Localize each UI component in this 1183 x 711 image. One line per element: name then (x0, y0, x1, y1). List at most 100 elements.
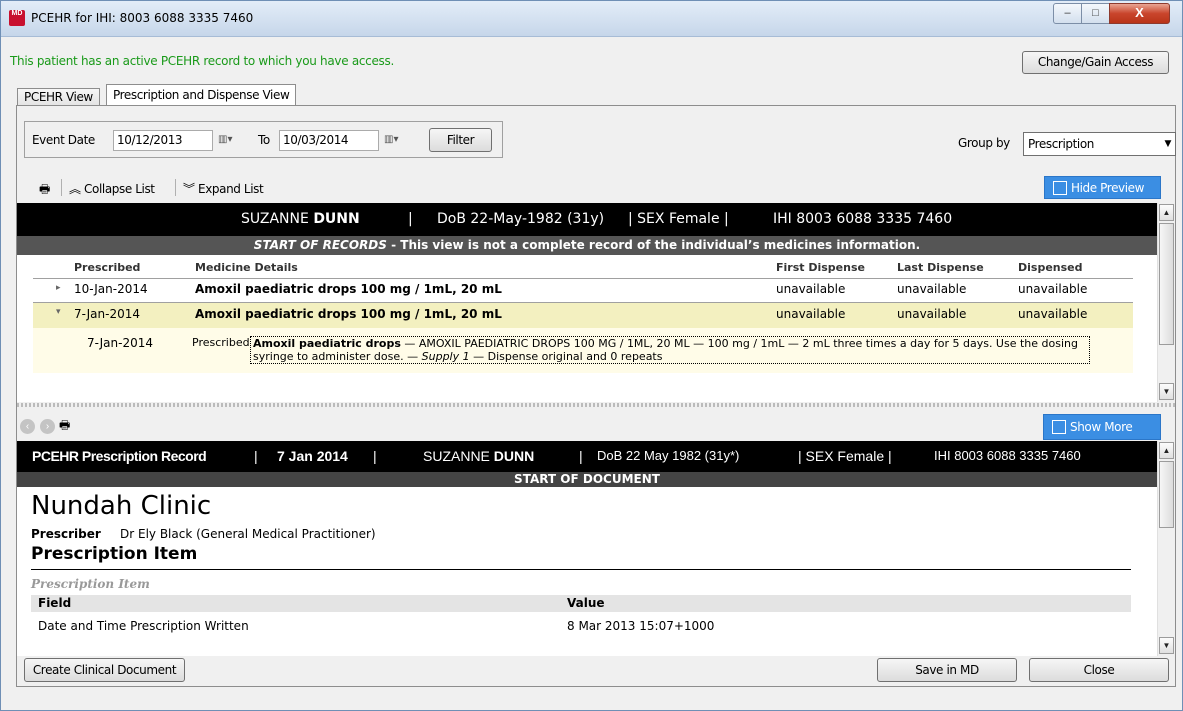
row-medicine: Amoxil paediatric drops 100 mg / 1mL, 20… (195, 307, 502, 321)
pcehr-window: MD PCEHR for IHI: 8003 6088 3335 7460 – … (0, 0, 1183, 711)
preview-toolbar: ‹ › 🖶 Show More (17, 409, 1175, 441)
patient-header: SUZANNE DUNN | DoB 22-May-1982 (31y) | S… (17, 203, 1157, 236)
to-date-input[interactable]: 10/03/2014 (279, 130, 379, 151)
event-date-label: Event Date (32, 133, 95, 147)
back-icon[interactable]: ‹ (20, 419, 35, 434)
document-preview[interactable]: PCEHR Prescription Record | 7 Jan 2014 |… (17, 441, 1157, 656)
patient-ihi: IHI 8003 6088 3335 7460 (773, 211, 953, 227)
doc-header-sep: | (373, 448, 377, 464)
tab-pcehr-view[interactable]: PCEHR View (17, 88, 100, 106)
date-filter-group: Event Date 10/12/2013 ▥▾ To 10/03/2014 ▥… (24, 121, 503, 158)
row-dispensed: unavailable (1018, 282, 1088, 296)
prescription-list-view[interactable]: SUZANNE DUNN | DoB 22-May-1982 (31y) | S… (17, 203, 1157, 402)
print-icon[interactable]: 🖶 (39, 180, 50, 201)
row-dispensed: unavailable (1018, 307, 1088, 321)
doc-patient-ihi: IHI 8003 6088 3335 7460 (934, 448, 1081, 463)
from-date-input[interactable]: 10/12/2013 (113, 130, 213, 151)
close-button[interactable]: Close (1029, 658, 1169, 682)
patient-sex: | SEX Female | (628, 211, 729, 227)
create-clinical-document-button[interactable]: Create Clinical Document (24, 658, 185, 682)
scroll-down-icon[interactable]: ▼ (1159, 637, 1174, 654)
document-scrollbar[interactable]: ▲ ▼ (1157, 441, 1174, 656)
change-access-button[interactable]: Change/Gain Access (1022, 51, 1169, 74)
row-first-dispense: unavailable (776, 307, 846, 321)
app-icon: MD (9, 10, 25, 26)
group-by-select[interactable]: Prescription ▼ (1023, 132, 1176, 156)
value-cell: 8 Mar 2013 15:07+1000 (567, 619, 715, 633)
prescriber-label: Prescriber (31, 527, 101, 541)
header-sep: | (408, 211, 413, 227)
detail-status: Prescribed (192, 336, 250, 349)
col-medicine-details[interactable]: Medicine Details (195, 261, 298, 274)
scroll-thumb[interactable] (1159, 461, 1174, 528)
chevron-down-icon: ▼ (1164, 139, 1171, 149)
collapse-row-icon[interactable]: ▾ (56, 307, 61, 317)
list-toolbar: 🖶 ︽ Collapse List ︾ Expand List Hide Pre… (17, 175, 1175, 201)
tab-prescription-dispense-view[interactable]: Prescription and Dispense View (106, 84, 297, 107)
document-header: PCEHR Prescription Record | 7 Jan 2014 |… (17, 441, 1157, 472)
col-prescribed[interactable]: Prescribed (74, 261, 140, 274)
preview-icon (1053, 181, 1067, 195)
row-last-dispense: unavailable (897, 307, 967, 321)
to-label: To (258, 133, 270, 147)
col-first-dispense[interactable]: First Dispense (776, 261, 865, 274)
list-scrollbar[interactable]: ▲ ▼ (1157, 203, 1174, 402)
col-field: Field (38, 596, 72, 610)
access-message: This patient has an active PCEHR record … (10, 54, 394, 68)
print-icon[interactable]: 🖶 (59, 416, 70, 437)
clinic-name: Nundah Clinic (31, 491, 212, 521)
prescriber-value: Dr Ely Black (General Medical Practition… (120, 527, 376, 541)
row-first-dispense: unavailable (776, 282, 846, 296)
expand-row-icon[interactable]: ▸ (56, 283, 61, 293)
scroll-down-icon[interactable]: ▼ (1159, 383, 1174, 400)
section-title: Prescription Item (31, 544, 198, 564)
minimize-button[interactable]: – (1053, 3, 1082, 24)
patient-name: SUZANNE DUNN (241, 211, 360, 227)
detail-description[interactable]: Amoxil paediatric drops — AMOXIL PAEDIAT… (250, 336, 1090, 364)
close-window-button[interactable]: X (1109, 3, 1170, 24)
hide-preview-button[interactable]: Hide Preview (1044, 176, 1161, 199)
row-date: 10-Jan-2014 (74, 282, 148, 296)
doc-header-date: 7 Jan 2014 (277, 448, 348, 464)
patient-dob: DoB 22-May-1982 (31y) (437, 211, 605, 227)
start-document-banner: START OF DOCUMENT (17, 472, 1157, 487)
maximize-button[interactable]: □ (1081, 3, 1110, 24)
expand-icon: ︾ (183, 182, 195, 196)
col-dispensed[interactable]: Dispensed (1018, 261, 1083, 274)
scroll-thumb[interactable] (1159, 223, 1174, 345)
start-records-banner: START OF RECORDS - This view is not a co… (17, 236, 1157, 255)
collapse-icon: ︽ (69, 182, 81, 196)
row-last-dispense: unavailable (897, 282, 967, 296)
table-header: Field Value (31, 595, 1131, 612)
row-date: 7-Jan-2014 (74, 307, 140, 321)
group-by-value: Prescription (1028, 137, 1094, 151)
calendar-icon[interactable]: ▥▾ (218, 134, 236, 147)
splitter[interactable] (17, 403, 1175, 407)
forward-icon[interactable]: › (40, 419, 55, 434)
scroll-up-icon[interactable]: ▲ (1159, 442, 1174, 459)
scroll-up-icon[interactable]: ▲ (1159, 204, 1174, 221)
doc-patient-name: SUZANNE DUNN (423, 448, 535, 464)
detail-date: 7-Jan-2014 (87, 336, 153, 350)
tab-panel: Event Date 10/12/2013 ▥▾ To 10/03/2014 ▥… (16, 105, 1176, 687)
doc-patient-sex: | SEX Female | (798, 448, 892, 464)
save-in-md-button[interactable]: Save in MD (877, 658, 1017, 682)
doc-header-sep: | (254, 448, 258, 464)
title-bar[interactable]: MD PCEHR for IHI: 8003 6088 3335 7460 – … (1, 1, 1182, 37)
field-cell: Date and Time Prescription Written (38, 619, 249, 633)
doc-header-sep: | (579, 448, 583, 464)
collapse-list-button[interactable]: ︽ Collapse List (69, 180, 155, 197)
window-title: PCEHR for IHI: 8003 6088 3335 7460 (31, 11, 254, 25)
doc-patient-dob: DoB 22 May 1982 (31y*) (597, 448, 740, 463)
col-last-dispense[interactable]: Last Dispense (897, 261, 984, 274)
expand-list-button[interactable]: ︾ Expand List (183, 180, 264, 197)
row-medicine: Amoxil paediatric drops 100 mg / 1mL, 20… (195, 282, 502, 296)
subsection-title: Prescription Item (31, 577, 150, 591)
doc-header-title: PCEHR Prescription Record (32, 448, 207, 464)
col-value: Value (567, 596, 605, 610)
client-area: This patient has an active PCEHR record … (8, 38, 1176, 705)
expand-view-icon (1052, 420, 1066, 434)
calendar-icon[interactable]: ▥▾ (384, 134, 402, 147)
show-more-button[interactable]: Show More (1043, 414, 1161, 440)
filter-button[interactable]: Filter (429, 128, 492, 152)
